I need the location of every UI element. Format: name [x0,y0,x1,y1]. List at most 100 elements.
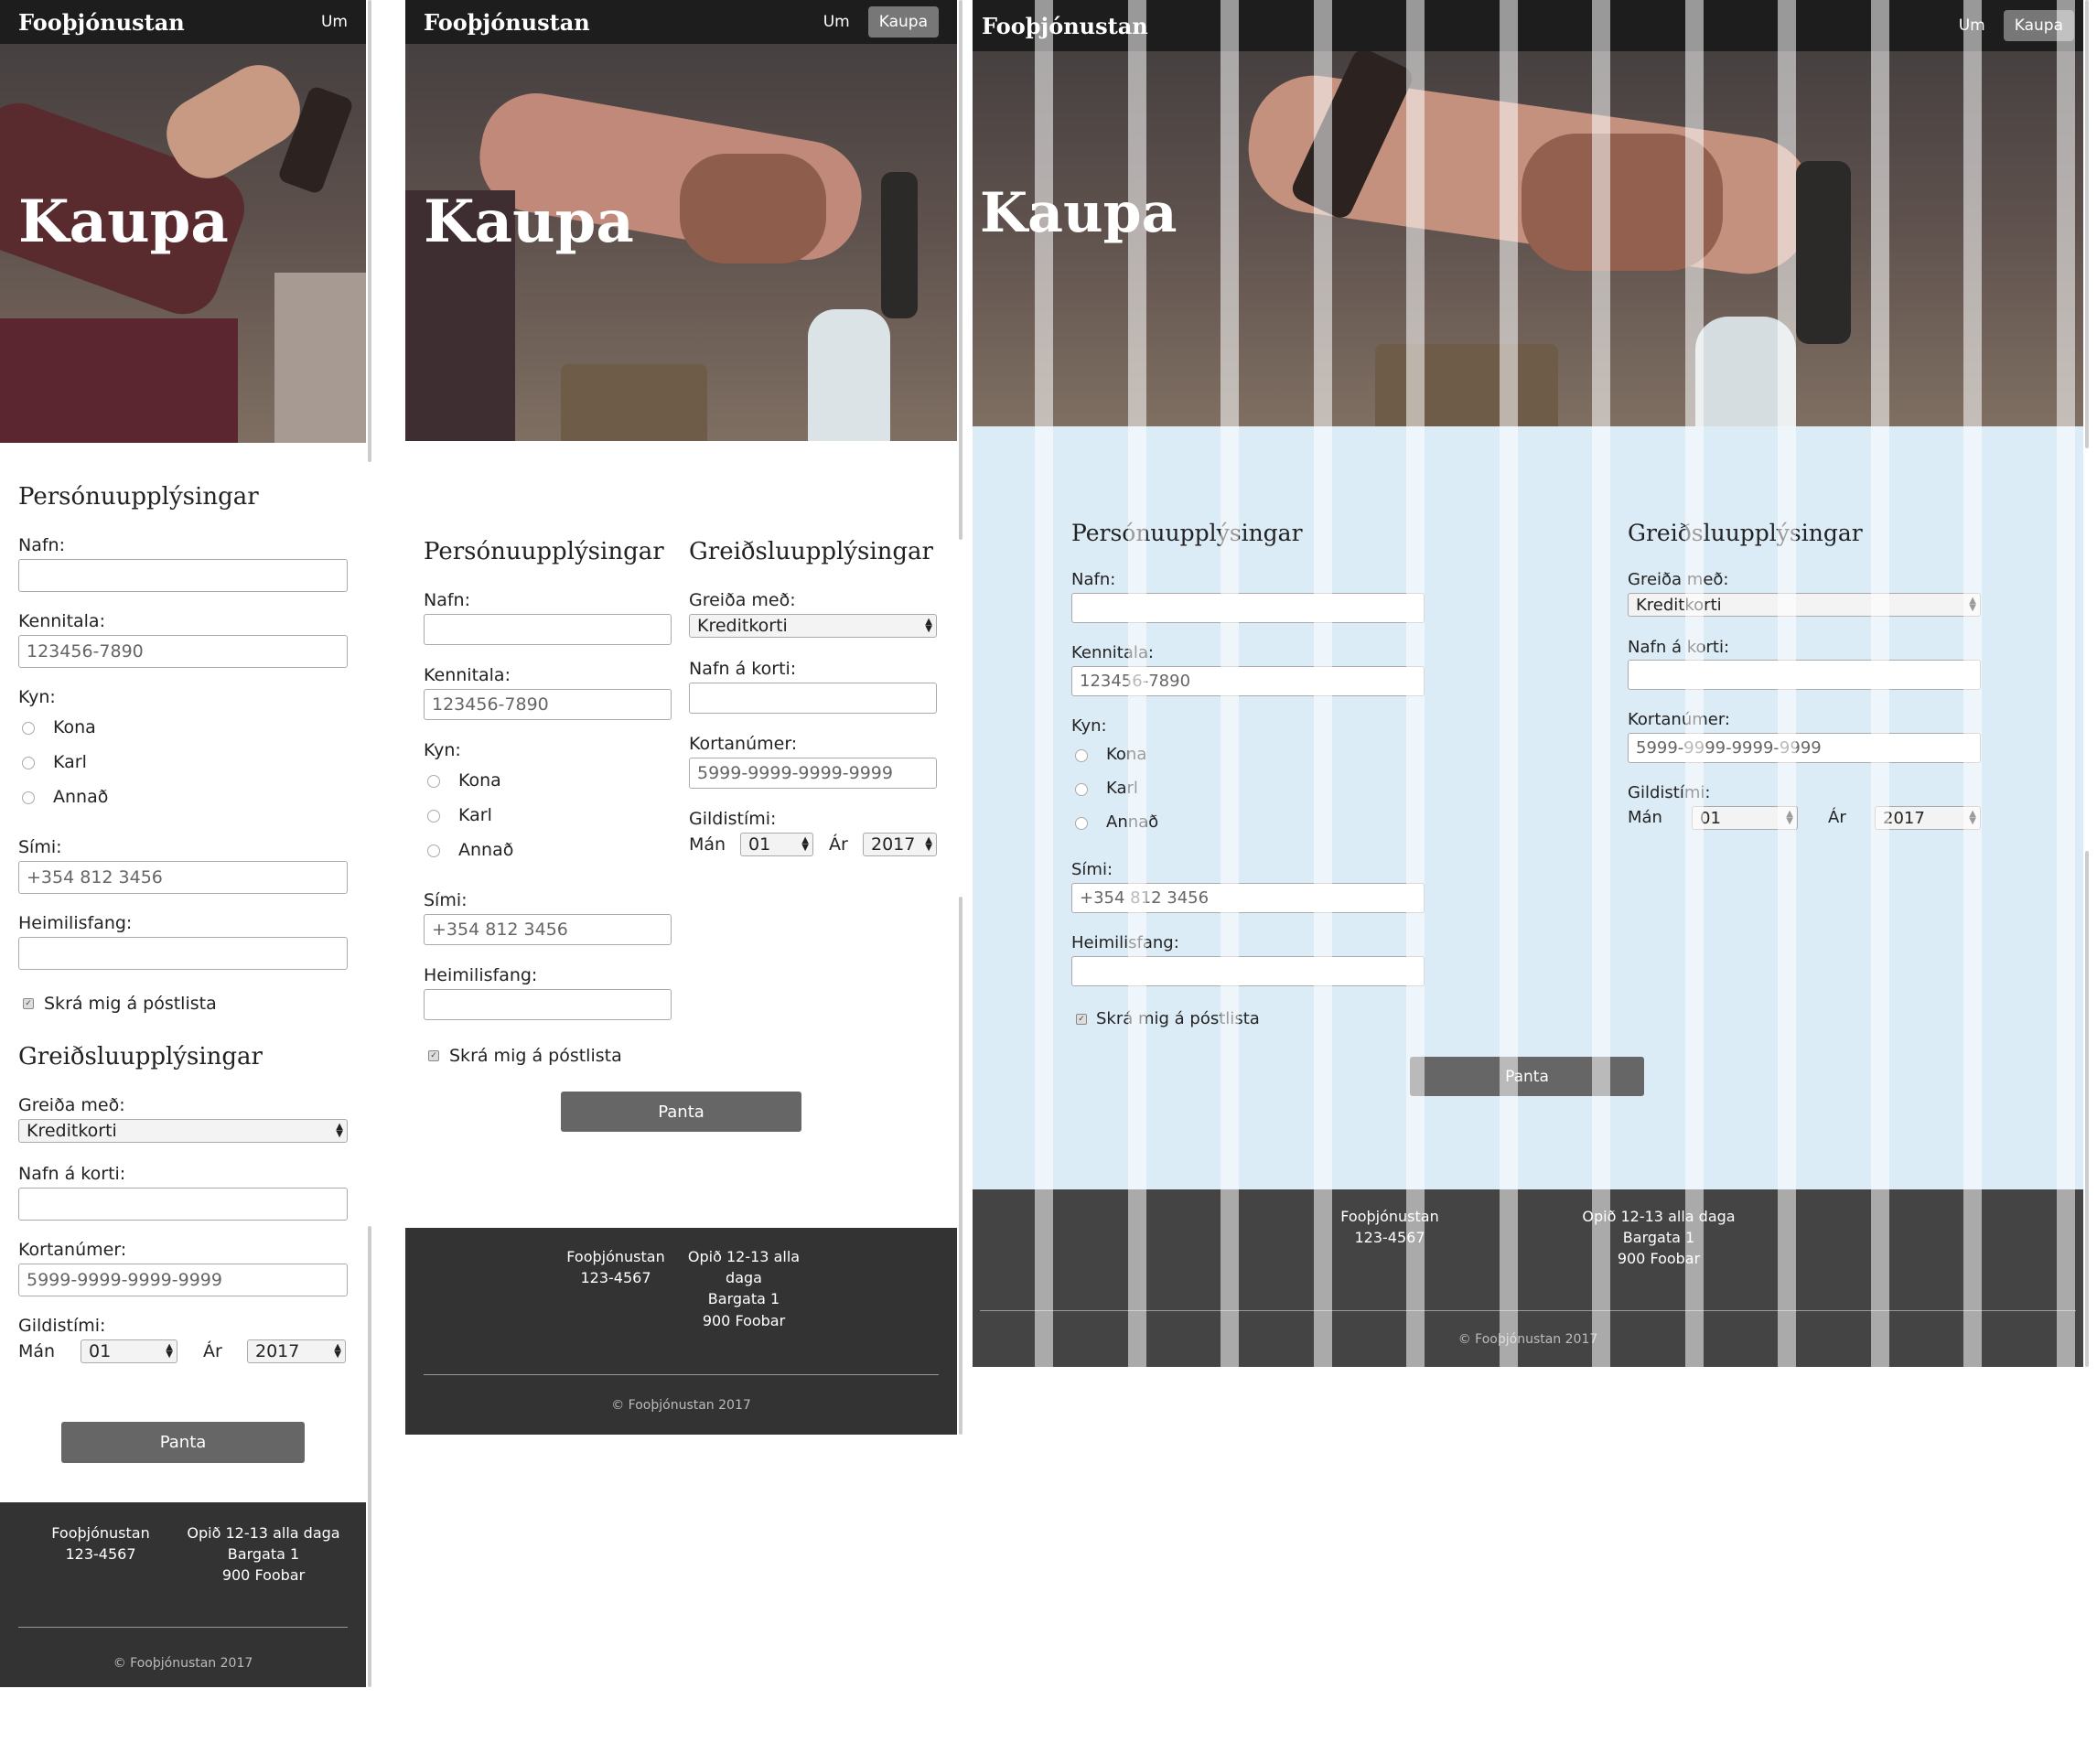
gender-radio-annad[interactable] [22,791,35,804]
month-value: 01 [89,1341,112,1361]
submit-button[interactable]: Panta [561,1092,801,1132]
address-field[interactable] [424,989,672,1020]
gender-label: Kyn: [424,740,461,760]
grid-overlay-column [1500,0,1518,1367]
grid-overlay-column [2057,0,2075,1367]
desktop-scrollbar[interactable] [2085,0,2089,448]
hero-photo-fist [680,154,826,264]
footer-phone: 123-4567 [1354,1229,1425,1247]
gender-radio-kona[interactable] [1075,749,1088,762]
expiry-label: Gildistími: [18,1316,106,1336]
gender-option-karl: Karl [458,805,492,825]
nav-link-about[interactable]: Um [321,13,348,31]
grid-overlay-column [1128,0,1146,1367]
site-logo[interactable]: Fooþjónustan [982,13,1148,39]
kennitala-field[interactable]: 123456-7890 [18,635,348,668]
name-field[interactable] [424,614,672,645]
address-field[interactable] [18,937,348,970]
footer-city: 900 Foobar [702,1311,786,1329]
select-arrows-icon: ▲▼ [166,1342,173,1360]
mobile-scrollbar[interactable] [368,0,371,462]
phone-field[interactable]: +354 812 3456 [424,914,672,945]
name-label: Nafn: [424,590,470,610]
gender-radio-karl[interactable] [22,757,35,769]
month-select[interactable]: 01 ▲▼ [740,833,813,856]
kennitala-field[interactable]: 123456-7890 [1071,666,1425,696]
desktop-scrollbar-lower[interactable] [2085,851,2089,1367]
personal-section-title: Persónuupplýsingar [18,483,259,511]
site-logo[interactable]: Fooþjónustan [424,9,590,36]
kennitala-field[interactable]: 123456-7890 [424,689,672,720]
site-logo[interactable]: Fooþjónustan [18,9,185,36]
footer-copyright: © Fooþjónustan 2017 [113,1656,253,1671]
gender-radio-kona[interactable] [427,775,440,788]
footer-contact: Fooþjónustan 123-4567 [1326,1206,1454,1248]
expiry-label: Gildistími: [689,809,777,829]
cardnumber-field[interactable]: 5999-9999-9999-9999 [689,758,937,789]
cardnumber-label: Kortanúmer: [18,1240,127,1260]
cardnumber-field[interactable]: 5999-9999-9999-9999 [18,1264,348,1296]
cardname-label: Nafn á korti: [689,659,797,679]
kennitala-label: Kennitala: [424,665,511,685]
kennitala-label: Kennitala: [18,611,105,631]
hero-photo-bracelets [1796,161,1851,344]
payment-method-label: Greiða með: [18,1095,125,1115]
month-select[interactable]: 01 ▲▼ [81,1339,177,1363]
newsletter-label: Skrá mig á póstlista [44,994,217,1014]
year-select[interactable]: 2017 ▲▼ [247,1339,346,1363]
footer-address: Opið 12-13 alla daga Bargata 1 900 Fooba… [680,1246,808,1331]
payment-method-select[interactable]: Kreditkorti▲▼ [689,614,937,638]
payment-method-select[interactable]: Kreditkorti▲▼ [18,1119,348,1143]
gender-radio-annad[interactable] [1075,817,1088,830]
payment-method-value: Kreditkorti [697,616,788,636]
grid-overlay-column [1592,0,1610,1367]
name-label: Nafn: [1071,570,1116,589]
newsletter-checkbox[interactable]: ✓ [23,998,34,1009]
nav-link-about[interactable]: Um [823,13,850,31]
tablet-scrollbar[interactable] [959,0,962,540]
footer-copyright: © Fooþjónustan 2017 [611,1398,751,1413]
site-footer: Fooþjónustan 123-4567 Opið 12-13 alla da… [0,1502,366,1687]
cardname-label: Nafn á korti: [1628,638,1730,657]
newsletter-checkbox[interactable]: ✓ [428,1050,439,1061]
select-arrows-icon: ▲▼ [336,1122,343,1139]
month-label: Mán [1628,808,1662,827]
grid-overlay-column [1406,0,1425,1367]
footer-company: Fooþjónustan [566,1248,665,1265]
gender-radio-karl[interactable] [1075,783,1088,796]
newsletter-checkbox[interactable]: ✓ [1076,1014,1087,1025]
submit-button[interactable]: Panta [61,1422,305,1463]
gender-radio-karl[interactable] [427,810,440,823]
footer-hours-line2: daga [726,1269,762,1287]
footer-company: Fooþjónustan [1340,1208,1439,1225]
gender-label: Kyn: [1071,716,1107,736]
footer-city: 900 Foobar [221,1566,306,1585]
grid-overlay-column [1314,0,1332,1367]
name-field[interactable] [18,559,348,592]
cardnumber-field[interactable]: 5999-9999-9999-9999 [1628,733,1981,763]
cardname-field[interactable] [1628,660,1981,690]
name-field[interactable] [1071,593,1425,623]
year-select[interactable]: 2017 ▲▼ [863,833,937,856]
footer-hours: Opið 12-13 alla daga [187,1524,340,1542]
footer-phone: 123-4567 [65,1545,136,1564]
payment-section-title: Greiðsluupplýsingar [1628,520,1863,546]
gender-radio-annad[interactable] [427,844,440,857]
personal-section-title: Persónuupplýsingar [1071,520,1303,546]
mobile-scrollbar-lower[interactable] [368,1226,371,1687]
phone-field[interactable]: +354 812 3456 [1071,883,1425,913]
cardname-field[interactable] [18,1188,348,1221]
cardname-field[interactable] [689,683,937,714]
payment-method-select[interactable]: Kreditkorti▲▼ [1628,593,1981,617]
tablet-scrollbar-lower[interactable] [959,897,962,1435]
phone-field[interactable]: +354 812 3456 [18,861,348,894]
gender-radio-kona[interactable] [22,722,35,735]
year-label: Ár [829,834,848,855]
nav-link-buy[interactable]: Kaupa [867,6,939,38]
gender-label: Kyn: [18,687,56,707]
hero-photo-bracelets [881,172,918,318]
cardname-label: Nafn á korti: [18,1164,126,1184]
phone-label: Sími: [424,890,468,910]
payment-method-label: Greiða með: [689,590,796,610]
address-field[interactable] [1071,956,1425,986]
